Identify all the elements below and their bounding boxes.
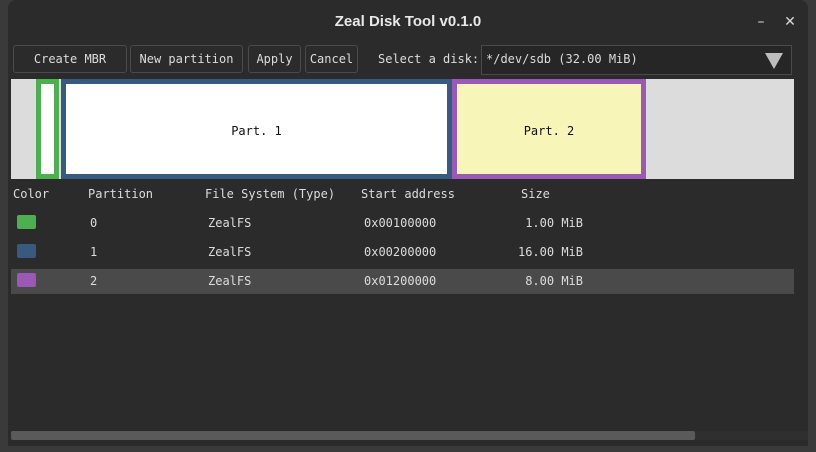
disk-map-partition-1[interactable]: Part. 1 [61,79,452,179]
select-disk-label: Select a disk: [378,52,480,66]
disk-map-partition-2[interactable]: Part. 2 [452,79,646,179]
minimize-icon[interactable]: – [752,13,770,31]
color-swatch [17,273,36,287]
table-row[interactable]: 1 ZealFS 0x00200000 16.00 MiB [11,240,794,265]
column-header-filesystem: File System (Type) [205,187,336,201]
column-header-color: Color [13,187,50,201]
disk-map-partition-0[interactable] [36,79,59,179]
partition-number: 1 [90,245,98,259]
partition-size: 8.00 MiB [525,274,583,288]
app-window: Zeal Disk Tool v0.1.0 – ✕ Create MBR New… [8,0,808,446]
disk-map: Part. 1 Part. 2 [11,79,794,179]
start-address: 0x00100000 [364,216,437,230]
color-swatch [17,244,36,258]
partition-number: 0 [90,216,98,230]
table-row[interactable]: 0 ZealFS 0x00100000 1.00 MiB [11,211,794,236]
filesystem-type: ZealFS [208,274,252,288]
filesystem-type: ZealFS [208,216,252,230]
column-header-size: Size [521,187,550,201]
partition-label: Part. 2 [523,124,575,138]
partition-number: 2 [90,274,98,288]
disk-select-value: */dev/sdb (32.00 MiB) [486,52,638,66]
title-bar: Zeal Disk Tool v0.1.0 – ✕ [8,0,808,44]
new-partition-button[interactable]: New partition [130,45,243,73]
column-header-partition: Partition [88,187,154,201]
window-title: Zeal Disk Tool v0.1.0 [334,13,482,30]
filesystem-type: ZealFS [208,245,252,259]
partition-size: 16.00 MiB [517,245,583,259]
create-mbr-button[interactable]: Create MBR [13,45,127,73]
partition-size: 1.00 MiB [525,216,583,230]
horizontal-scrollbar[interactable] [11,431,808,440]
start-address: 0x00200000 [364,245,437,259]
color-swatch [17,215,36,229]
chevron-down-icon[interactable] [765,53,783,69]
partition-label: Part. 1 [231,124,282,138]
disk-select[interactable]: */dev/sdb (32.00 MiB) [481,45,792,75]
close-icon[interactable]: ✕ [781,13,799,31]
scrollbar-thumb[interactable] [11,431,695,440]
start-address: 0x01200000 [364,274,437,288]
table-row-selected[interactable]: 2 ZealFS 0x01200000 8.00 MiB [11,269,794,294]
apply-button[interactable]: Apply [248,45,301,73]
column-header-start-address: Start address [361,187,455,201]
cancel-button[interactable]: Cancel [305,45,358,73]
